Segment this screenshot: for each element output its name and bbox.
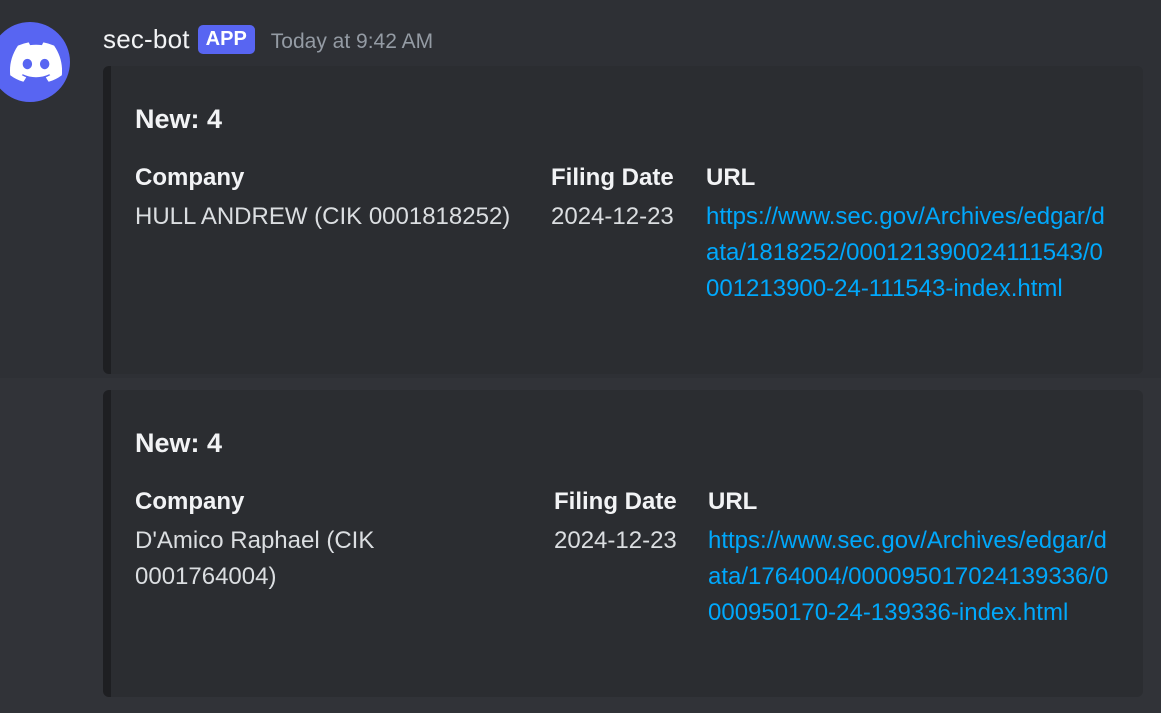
embed-card: New: 4 Company Filing Date URL HULL ANDR…	[103, 66, 1143, 374]
field-name-filing-date: Filing Date	[554, 488, 677, 515]
field-name-url: URL	[708, 488, 758, 515]
filing-url-link[interactable]: https://www.sec.gov/Archives/edgar/data/…	[708, 523, 1113, 631]
embed-title: New: 4	[135, 104, 223, 134]
field-value-company: HULL ANDREW (CIK 0001818252)	[135, 203, 511, 230]
field-value-filing-date: 2024-12-23	[551, 203, 674, 230]
filing-url-link[interactable]: https://www.sec.gov/Archives/edgar/data/…	[706, 199, 1116, 307]
discord-logo-icon	[10, 42, 62, 82]
message-timestamp[interactable]: Today at 9:42 AM	[271, 30, 433, 54]
field-name-url: URL	[706, 164, 756, 191]
field-value-filing-date: 2024-12-23	[554, 527, 677, 554]
field-name-filing-date: Filing Date	[551, 164, 674, 191]
author-username[interactable]: sec-bot	[103, 24, 190, 55]
embed-card: New: 4 Company Filing Date URL D'Amico R…	[103, 390, 1143, 697]
app-badge: APP	[197, 25, 255, 54]
chat-viewport: sec-bot APP Today at 9:42 AM New: 4 Comp…	[0, 0, 1161, 713]
field-value-company: D'Amico Raphael (CIK 0001764004)	[135, 527, 375, 590]
message-header: sec-bot APP Today at 9:42 AM	[103, 24, 433, 55]
field-name-company: Company	[135, 488, 245, 515]
embed-title: New: 4	[135, 428, 223, 458]
field-name-company: Company	[135, 164, 245, 191]
